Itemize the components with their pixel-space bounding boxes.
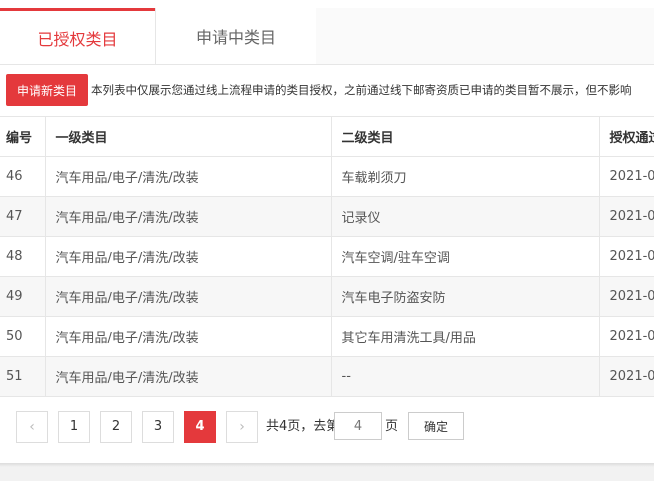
apply-new-category-button[interactable]: 申请新类目 — [6, 74, 88, 106]
cell-level1-category: 汽车用品/电子/清洗/改装 — [45, 196, 332, 237]
next-page-button[interactable]: › — [226, 411, 258, 443]
chevron-left-icon: ‹ — [29, 419, 35, 435]
header-level2-category: 二级类目 — [331, 116, 600, 157]
table-row: 49 汽车用品/电子/清洗/改装 汽车电子防盗安防 2021-0 — [0, 276, 654, 317]
tab-bar-filler — [316, 8, 654, 64]
cell-id: 46 — [0, 156, 46, 197]
toolbar: 申请新类目 本列表中仅展示您通过线上流程申请的类目授权，之前通过线下邮寄资质已申… — [0, 74, 654, 106]
table-row: 48 汽车用品/电子/清洗/改装 汽车空调/驻车空调 2021-0 — [0, 236, 654, 277]
table-row: 51 汽车用品/电子/清洗/改装 -- 2021-0 — [0, 356, 654, 397]
cell-id: 51 — [0, 356, 46, 397]
cell-id: 47 — [0, 196, 46, 237]
cell-id: 49 — [0, 276, 46, 317]
frame-shadow — [0, 463, 654, 467]
notice-text: 本列表中仅展示您通过线上流程申请的类目授权，之前通过线下邮寄资质已申请的类目暂不… — [91, 83, 632, 97]
page-button-current[interactable]: 4 — [184, 411, 216, 443]
table-header-row: 编号 一级类目 二级类目 授权通过 — [0, 116, 654, 157]
cell-level1-category: 汽车用品/电子/清洗/改装 — [45, 156, 332, 197]
cell-id: 50 — [0, 316, 46, 357]
goto-page-input[interactable] — [334, 412, 382, 440]
tab-bar: 已授权类目 申请中类目 — [0, 8, 654, 65]
header-authorized-time: 授权通过 — [599, 116, 654, 157]
page-button-1[interactable]: 1 — [58, 411, 90, 443]
total-pages-text: 共4页，去第 — [266, 419, 340, 434]
cell-authorized-time: 2021-0 — [599, 236, 654, 277]
cell-id: 48 — [0, 236, 46, 277]
header-level1-category: 一级类目 — [45, 116, 332, 157]
cell-level2-category: -- — [331, 356, 600, 397]
page-frame: 已授权类目 申请中类目 申请新类目 本列表中仅展示您通过线上流程申请的类目授权，… — [0, 0, 654, 463]
tab-authorized-categories[interactable]: 已授权类目 — [0, 8, 155, 64]
cell-authorized-time: 2021-0 — [599, 316, 654, 357]
cell-level2-category: 车载剃须刀 — [331, 156, 600, 197]
cell-level2-category: 其它车用清洗工具/用品 — [331, 316, 600, 357]
table-row: 46 汽车用品/电子/清洗/改装 车载剃须刀 2021-0 — [0, 156, 654, 197]
cell-level2-category: 汽车空调/驻车空调 — [331, 236, 600, 277]
goto-confirm-button[interactable]: 确定 — [408, 412, 464, 440]
tab-applying-categories[interactable]: 申请中类目 — [155, 8, 317, 64]
cell-level1-category: 汽车用品/电子/清洗/改装 — [45, 316, 332, 357]
cell-authorized-time: 2021-0 — [599, 276, 654, 317]
page-button-3[interactable]: 3 — [142, 411, 174, 443]
chevron-right-icon: › — [239, 419, 245, 435]
page-suffix-text: 页 — [385, 419, 399, 434]
pagination: ‹ 1 2 3 4 › 共4页，去第 页 确定 — [16, 411, 654, 443]
table-row: 50 汽车用品/电子/清洗/改装 其它车用清洗工具/用品 2021-0 — [0, 316, 654, 357]
cell-authorized-time: 2021-0 — [599, 196, 654, 237]
prev-page-button[interactable]: ‹ — [16, 411, 48, 443]
cell-level2-category: 记录仪 — [331, 196, 600, 237]
cell-level2-category: 汽车电子防盗安防 — [331, 276, 600, 317]
cell-authorized-time: 2021-0 — [599, 356, 654, 397]
cell-authorized-time: 2021-0 — [599, 156, 654, 197]
table-row: 47 汽车用品/电子/清洗/改装 记录仪 2021-0 — [0, 196, 654, 237]
header-id: 编号 — [0, 116, 46, 157]
category-table: 编号 一级类目 二级类目 授权通过 46 汽车用品/电子/清洗/改装 车载剃须刀… — [0, 116, 654, 397]
cell-level1-category: 汽车用品/电子/清洗/改装 — [45, 356, 332, 397]
cell-level1-category: 汽车用品/电子/清洗/改装 — [45, 276, 332, 317]
cell-level1-category: 汽车用品/电子/清洗/改装 — [45, 236, 332, 277]
page-button-2[interactable]: 2 — [100, 411, 132, 443]
